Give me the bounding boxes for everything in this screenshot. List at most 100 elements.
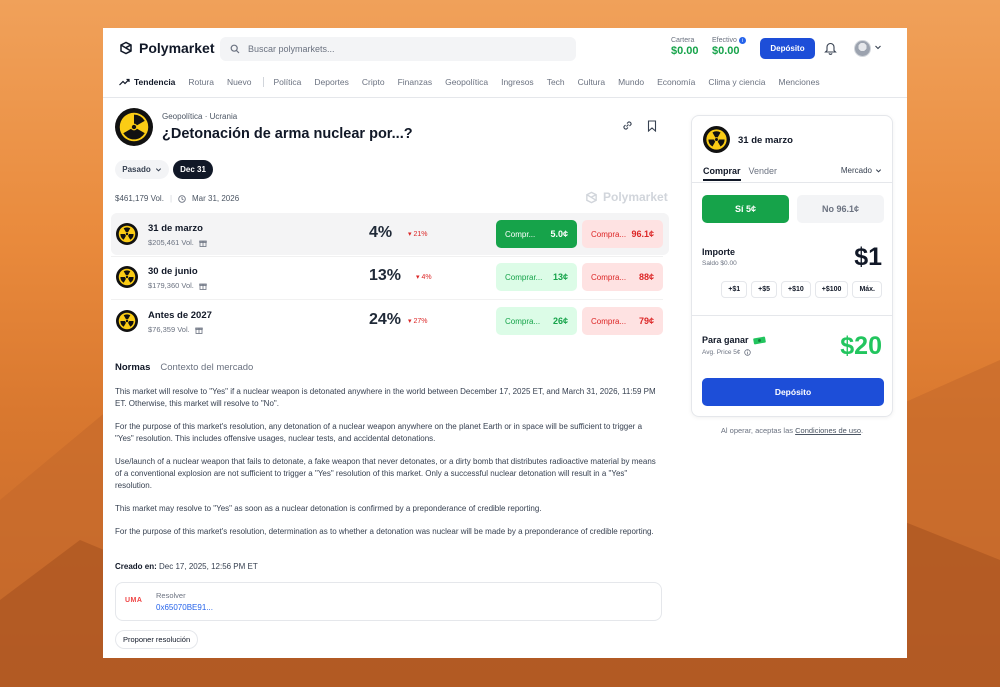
polymarket-logo[interactable]: Polymarket xyxy=(119,40,214,56)
outcome-yes-button[interactable]: Sí 5¢ xyxy=(702,195,789,223)
search-placeholder: Buscar polymarkets... xyxy=(248,44,335,54)
avg-price-line: Avg. Price 5¢ xyxy=(702,349,751,356)
cash-label-row: Efectivo i xyxy=(712,37,746,44)
tab-rules[interactable]: Normas xyxy=(115,362,150,373)
bell-icon[interactable] xyxy=(824,41,837,55)
nav-item-ingresos[interactable]: Ingresos xyxy=(501,77,534,87)
gift-icon[interactable] xyxy=(195,326,203,334)
buy-no-label: Compra... xyxy=(591,229,627,239)
panel-deposit-button[interactable]: Depósito xyxy=(702,378,884,406)
filter-past-dropdown[interactable]: Pasado xyxy=(115,160,169,179)
buy-no-button[interactable]: Compra... 88¢ xyxy=(582,263,663,291)
outcome-percent: 4% xyxy=(369,224,393,241)
radiation-icon xyxy=(116,223,138,245)
terms-text: Al operar, aceptas las Condiciones de us… xyxy=(691,426,893,435)
rules-paragraph: For the purpose of this market's resolut… xyxy=(115,422,643,443)
outcome-row[interactable]: 30 de junio $179,360 Vol. 13% ▾ 4% Compr… xyxy=(111,256,669,298)
propose-resolution-button[interactable]: Proponer resolución xyxy=(115,630,199,649)
nav-item-deportes[interactable]: Deportes xyxy=(314,77,349,87)
outcome-name: 30 de junio xyxy=(148,266,198,277)
link-icon[interactable] xyxy=(622,120,633,131)
uma-logo: UMA xyxy=(125,597,143,604)
outcome-name: Antes de 2027 xyxy=(148,310,212,321)
outcome-no-button[interactable]: No 96.1¢ xyxy=(797,195,884,223)
terms-link[interactable]: Condiciones de uso xyxy=(795,426,861,435)
buy-yes-button[interactable]: Compra... 26¢ xyxy=(496,307,577,335)
created-label: Creado en: xyxy=(115,562,157,571)
breadcrumb-category[interactable]: Geopolítica xyxy=(162,112,202,121)
chip-plus-100[interactable]: +$100 xyxy=(814,281,849,298)
resolver-label: Resolver xyxy=(156,591,186,600)
nav-item-menciones[interactable]: Menciones xyxy=(779,77,820,87)
gift-icon[interactable] xyxy=(199,282,207,290)
nav-item-finanzas[interactable]: Finanzas xyxy=(398,77,433,87)
resolver-card: UMA Resolver 0x65070BE91... xyxy=(115,582,662,621)
nav-item-trending[interactable]: Tendencia xyxy=(119,77,175,87)
logo-text: Polymarket xyxy=(139,40,215,56)
gift-icon[interactable] xyxy=(199,239,207,247)
nav-item-tech[interactable]: Tech xyxy=(547,77,565,87)
panel-divider xyxy=(692,315,892,316)
buy-yes-button[interactable]: Comprar... 13¢ xyxy=(496,263,577,291)
buy-no-button[interactable]: Compra... 79¢ xyxy=(582,307,663,335)
breadcrumb-subcategory[interactable]: Ucrania xyxy=(210,112,238,121)
buy-yes-price: 13¢ xyxy=(552,272,568,282)
header-divider xyxy=(103,97,907,98)
to-win-amount: $20 xyxy=(840,332,882,360)
market-volume: $461,179 Vol. xyxy=(115,194,164,203)
nav-item-economia[interactable]: Economía xyxy=(657,77,695,87)
buy-yes-label: Compra... xyxy=(505,316,541,326)
rules-paragraph: This market may resolve to "Yes" as soon… xyxy=(115,504,542,513)
outcome-change-value: 21% xyxy=(413,231,428,238)
nav-item-cultura[interactable]: Cultura xyxy=(578,77,605,87)
amount-input[interactable]: $1 xyxy=(854,243,882,272)
search-input[interactable]: Buscar polymarkets... xyxy=(220,37,576,61)
tab-buy[interactable]: Comprar xyxy=(703,166,741,181)
outcome-change-value: 4% xyxy=(421,274,432,281)
buy-no-button[interactable]: Compra... 96.1¢ xyxy=(582,220,663,248)
nav-item-cripto[interactable]: Cripto xyxy=(362,77,385,87)
deposit-button[interactable]: Depósito xyxy=(760,38,815,59)
terms-prefix: Al operar, aceptas las xyxy=(720,426,794,435)
outcome-row[interactable]: 31 de marzo $205,461 Vol. 4% ▾ 21% Compr… xyxy=(111,213,669,255)
outcome-volume: $179,360 Vol. xyxy=(148,281,194,290)
nav-item-nuevo[interactable]: Nuevo xyxy=(227,77,252,87)
radiation-icon xyxy=(115,108,153,146)
portfolio-value: $0.00 xyxy=(671,45,699,57)
bookmark-icon[interactable] xyxy=(647,120,657,132)
order-type-label: Mercado xyxy=(840,166,872,175)
breadcrumb: Geopolítica · Ucrania xyxy=(162,112,237,121)
tab-sell[interactable]: Vender xyxy=(749,166,778,181)
order-type-dropdown[interactable]: Mercado xyxy=(841,166,882,175)
chevron-down-icon[interactable] xyxy=(874,43,882,51)
rules-paragraph: Use/launch of a nuclear weapon that fail… xyxy=(115,457,656,490)
buy-no-label: Compra... xyxy=(591,316,627,326)
info-icon[interactable] xyxy=(743,349,751,356)
outcome-percent: 13% xyxy=(369,267,402,284)
cash-stat[interactable]: Efectivo i $0.00 xyxy=(712,37,746,57)
outcome-row[interactable]: Antes de 2027 $76,359 Vol. 24% ▾ 27% Com… xyxy=(111,300,669,342)
nav-item-clima[interactable]: Clima y ciencia xyxy=(708,77,765,87)
chip-max[interactable]: Máx. xyxy=(852,281,882,298)
nav-item-politica[interactable]: Política xyxy=(274,77,302,87)
nav-item-geopolitica[interactable]: Geopolítica xyxy=(445,77,488,87)
outcome-change-value: 27% xyxy=(413,318,428,325)
nav-item-rotura[interactable]: Rotura xyxy=(188,77,214,87)
nav-item-mundo[interactable]: Mundo xyxy=(618,77,644,87)
resolver-address-link[interactable]: 0x65070BE91... xyxy=(156,603,213,612)
buy-yes-button[interactable]: Compr... 5.0¢ xyxy=(496,220,577,248)
money-icon xyxy=(752,336,766,344)
panel-title: 31 de marzo xyxy=(738,135,793,146)
outcome-volume-line: $76,359 Vol. xyxy=(148,325,203,334)
chip-plus-5[interactable]: +$5 xyxy=(751,281,777,298)
portfolio-stat[interactable]: Cartera $0.00 xyxy=(671,37,699,57)
filter-date-pill[interactable]: Dec 31 xyxy=(173,160,213,179)
rules-text: This market will resolve to "Yes" if a n… xyxy=(115,386,660,549)
avatar[interactable] xyxy=(854,40,871,57)
buy-no-price: 79¢ xyxy=(638,316,654,326)
chip-plus-1[interactable]: +$1 xyxy=(721,281,748,298)
to-win-label-row: Para ganar xyxy=(702,335,766,345)
cash-value: $0.00 xyxy=(712,45,740,57)
tab-market-context[interactable]: Contexto del mercado xyxy=(160,362,253,373)
chip-plus-10[interactable]: +$10 xyxy=(780,281,811,298)
